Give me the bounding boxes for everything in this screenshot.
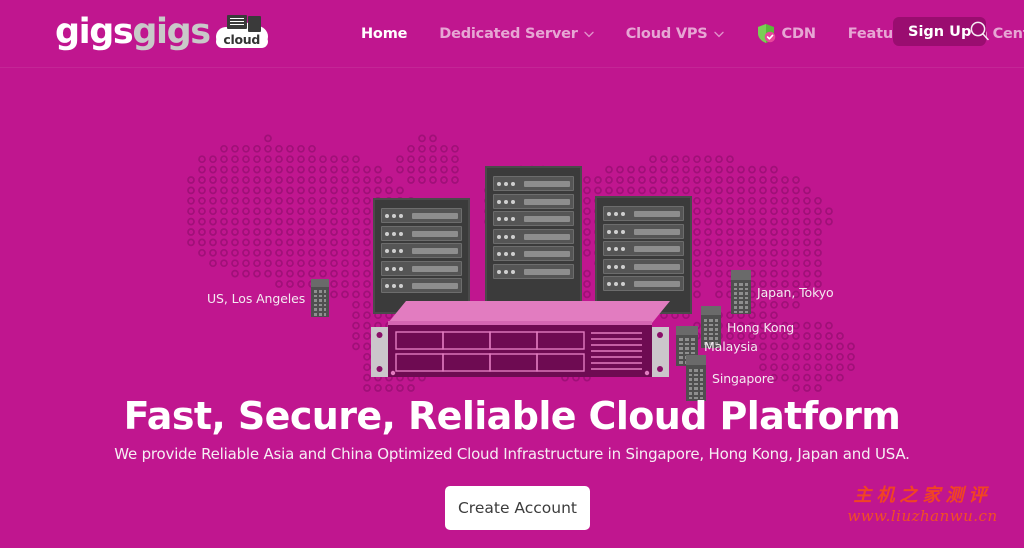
site-header: gigs gigs cloud Home Dedicated Server Clou… <box>0 0 1024 68</box>
chassis-svg <box>370 293 670 393</box>
rack-unit-leds <box>497 235 515 239</box>
building-roof <box>731 270 751 280</box>
chevron-down-icon <box>714 30 724 41</box>
location-label: US, Los Angeles <box>207 291 305 306</box>
rack-unit-bar <box>634 211 680 217</box>
page-subtitle: We provide Reliable Asia and China Optim… <box>0 445 1024 463</box>
rack-unit <box>603 224 684 239</box>
search-icon-svg <box>967 18 993 44</box>
page-root: US, Los AngelesJapan, TokyoHong KongMala… <box>0 0 1024 548</box>
datacenter-building-icon <box>311 279 329 317</box>
rack-unit-bar <box>524 251 570 257</box>
rack-unit-bar <box>412 248 458 254</box>
rack-unit-leds <box>497 182 515 186</box>
rack-unit-bar <box>412 283 458 289</box>
create-account-button[interactable]: Create Account <box>445 486 590 530</box>
rack-unit-leds <box>385 267 403 271</box>
building-roof <box>701 306 721 315</box>
building-roof <box>676 326 698 335</box>
rack-unit <box>381 208 462 223</box>
rack-unit-leds <box>607 212 625 216</box>
location-label: Malaysia <box>704 339 758 354</box>
nav-item-label: Home <box>361 26 407 42</box>
shield-icon <box>756 23 776 44</box>
rack-unit <box>381 226 462 241</box>
rack-unit-leds <box>607 230 625 234</box>
building-roof <box>686 355 706 365</box>
rack-unit-leds <box>607 282 625 286</box>
rack-unit-bar <box>524 269 570 275</box>
rack-unit-leds <box>607 247 625 251</box>
rack-unit-leds <box>385 214 403 218</box>
rack-unit-bar <box>412 266 458 272</box>
hero-section: US, Los AngelesJapan, TokyoHong KongMala… <box>0 68 1024 548</box>
nav-item-dedicated-server[interactable]: Dedicated Server <box>423 26 609 42</box>
rack-unit <box>493 194 574 209</box>
rack-unit-bar <box>634 281 680 287</box>
location-label: Singapore <box>712 371 774 386</box>
server-rack-center <box>485 166 582 314</box>
rack-unit <box>603 206 684 221</box>
rack-unit-bar <box>634 229 680 235</box>
rack-unit-leds <box>497 217 515 221</box>
search-icon[interactable] <box>967 18 993 44</box>
nav-item-cloud-vps[interactable]: Cloud VPS <box>610 26 740 42</box>
location-marker: US, Los Angeles <box>207 279 329 317</box>
rack-unit-bar <box>524 216 570 222</box>
logo-server-icon-2 <box>248 16 261 32</box>
rack-unit <box>381 261 462 276</box>
rack-unit <box>493 176 574 191</box>
rack-unit-leds <box>385 284 403 288</box>
rack-unit <box>493 229 574 244</box>
brand-logo[interactable]: gigs gigs cloud <box>55 12 270 52</box>
rack-unit <box>493 246 574 261</box>
nav-item-label: Dedicated Server <box>439 26 577 42</box>
rack-unit <box>603 276 684 291</box>
nav-item-label: CDN <box>782 26 816 42</box>
rack-unit <box>603 241 684 256</box>
building-windows <box>314 290 326 316</box>
nav-item-home[interactable]: Home <box>345 26 423 42</box>
main-server-chassis <box>370 293 670 393</box>
chevron-down-icon <box>584 30 594 41</box>
rack-unit-leds <box>385 249 403 253</box>
logo-text-secondary: gigs <box>132 15 209 50</box>
rack-unit <box>493 211 574 226</box>
rack-unit-leds <box>497 270 515 274</box>
rack-unit-bar <box>634 246 680 252</box>
rack-unit-bar <box>524 234 570 240</box>
rack-unit-bar <box>412 231 458 237</box>
rack-unit-leds <box>497 200 515 204</box>
logo-cloud-label: cloud <box>214 32 270 47</box>
cloud-logo-icon: cloud <box>214 15 270 49</box>
rack-unit <box>381 278 462 293</box>
rack-unit <box>603 259 684 274</box>
nav-item-cdn[interactable]: CDN <box>740 24 832 45</box>
rack-unit <box>493 264 574 279</box>
rack-unit-bar <box>412 213 458 219</box>
rack-unit-leds <box>385 232 403 236</box>
logo-text-primary: gigs <box>55 15 132 50</box>
rack-unit-bar <box>524 199 570 205</box>
rack-unit-leds <box>497 252 515 256</box>
building-roof <box>311 279 329 287</box>
nav-item-label: Cloud VPS <box>626 26 708 42</box>
rack-unit-bar <box>524 181 570 187</box>
page-title: Fast, Secure, Reliable Cloud Platform <box>0 394 1024 438</box>
rack-unit-bar <box>634 264 680 270</box>
location-label: Japan, Tokyo <box>757 285 834 300</box>
rack-unit-leds <box>607 265 625 269</box>
rack-unit <box>381 243 462 258</box>
